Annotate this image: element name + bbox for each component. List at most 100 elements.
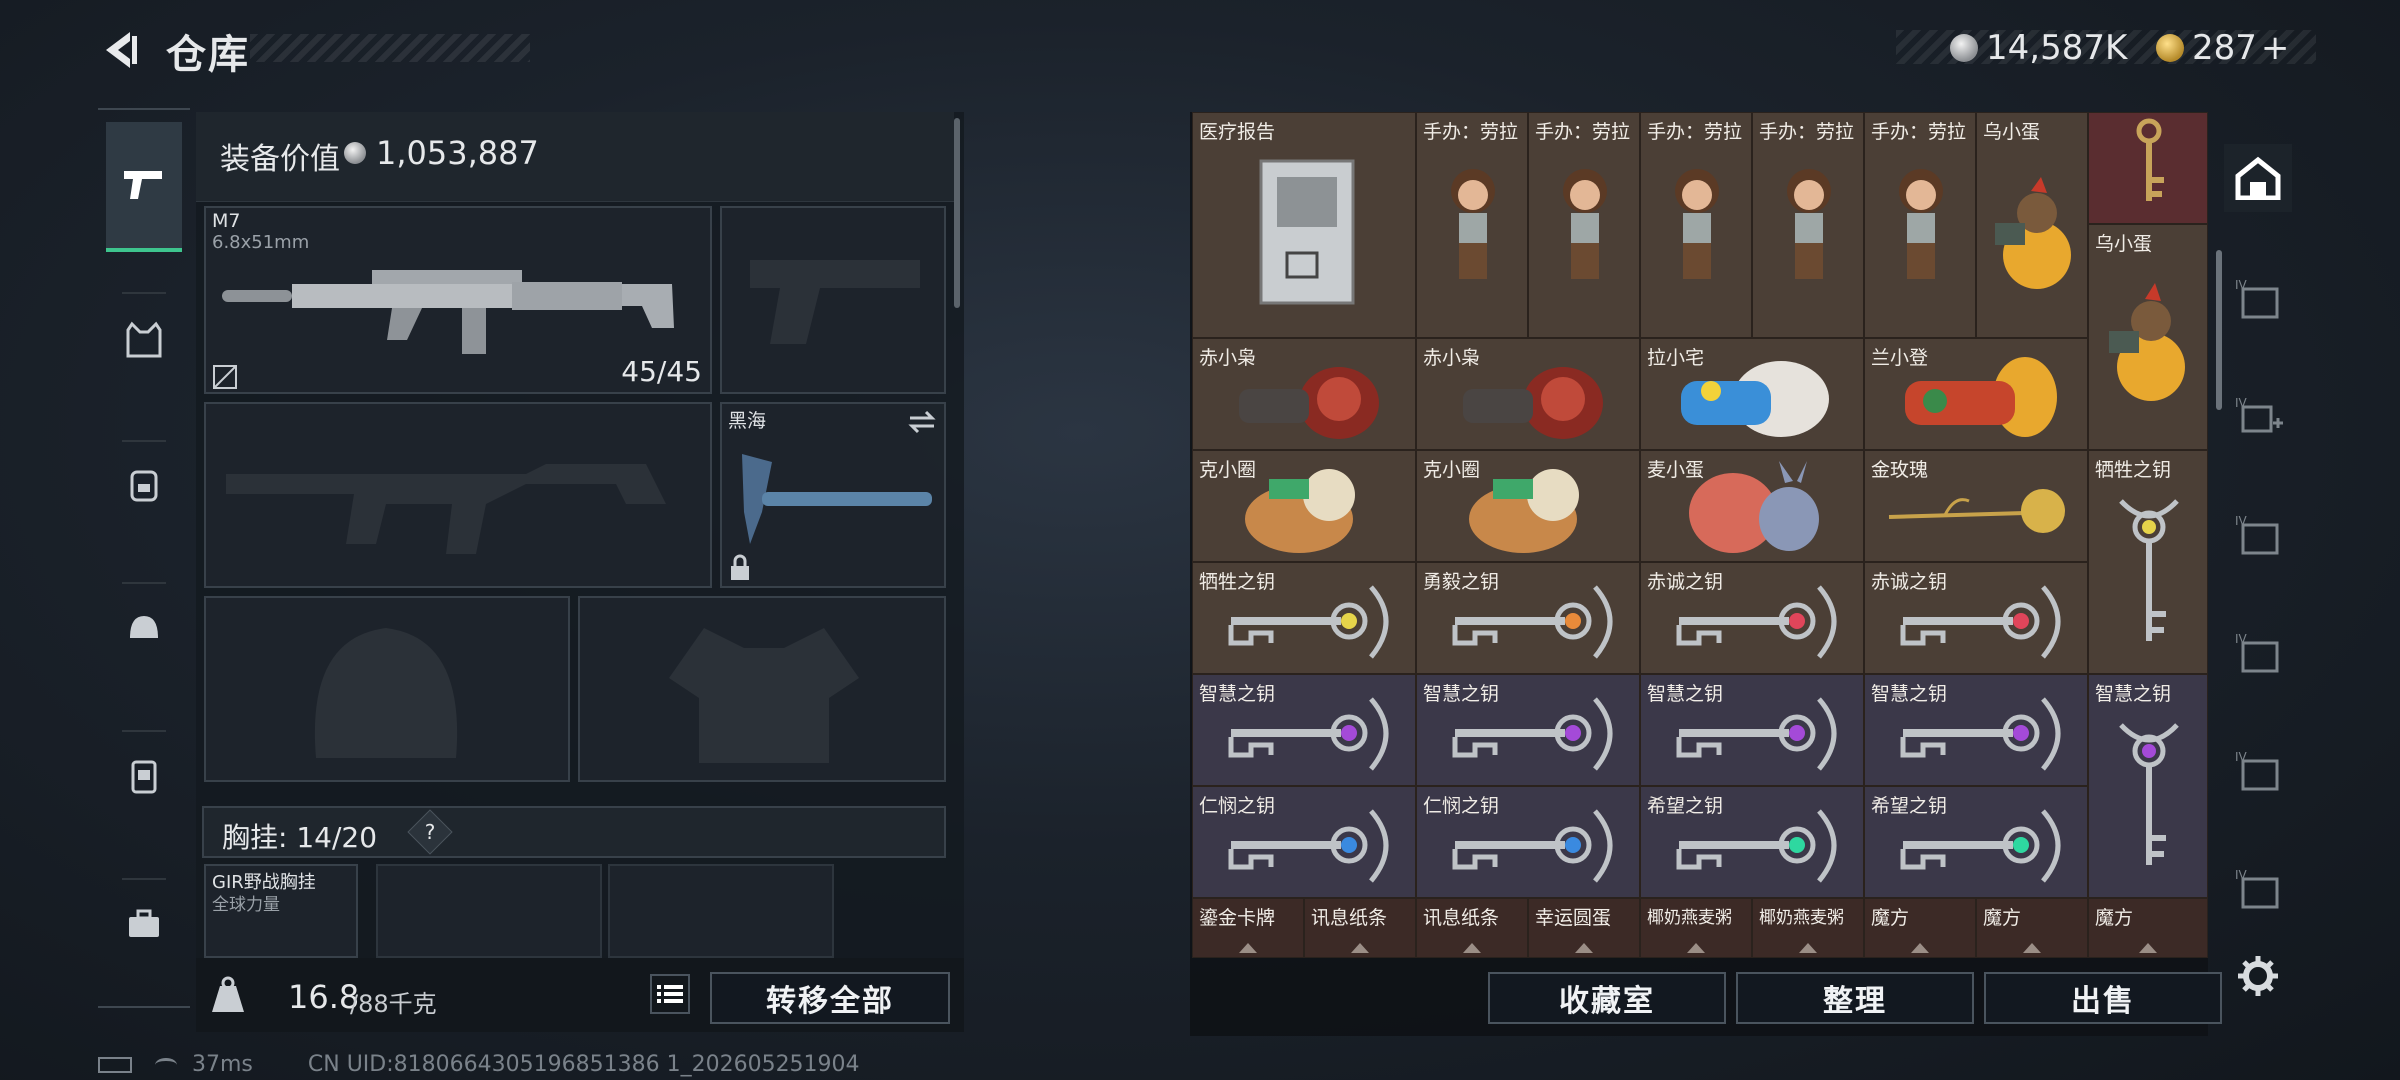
- container-tab-icon: IV: [2235, 868, 2279, 909]
- grid-item[interactable]: 讯息纸条: [1304, 898, 1416, 958]
- pistol-slot[interactable]: [720, 206, 946, 394]
- nav-tab-backpack[interactable]: [106, 446, 182, 522]
- grid-item[interactable]: 智慧之钥: [1416, 674, 1640, 786]
- grid-item[interactable]: 牺牲之钥: [1192, 562, 1416, 674]
- chest-rig-capacity-bar: 胸挂: 14/20 ?: [202, 806, 946, 858]
- collection-room-button[interactable]: 收藏室: [1488, 972, 1726, 1024]
- grid-item[interactable]: 希望之钥: [1640, 786, 1864, 898]
- grid-item[interactable]: 魔方: [2088, 898, 2208, 958]
- nav-tab-toolbox[interactable]: [106, 886, 182, 962]
- pistol-placeholder-icon: [750, 260, 920, 344]
- key-red-icon: [1676, 585, 1837, 659]
- chest-rig-slot[interactable]: GIR野战胸挂 全球力量: [204, 864, 358, 958]
- grid-item[interactable]: 手办：劳拉: [1416, 112, 1528, 338]
- warehouse-icon: [2235, 156, 2281, 200]
- nav-tab-armor[interactable]: [106, 302, 182, 378]
- armor-vest-icon: [126, 321, 162, 358]
- back-arrow-icon[interactable]: [96, 26, 144, 74]
- empty-slot[interactable]: [376, 864, 602, 958]
- pistol-icon: [124, 171, 162, 199]
- grid-item[interactable]: 仁悯之钥: [1192, 786, 1416, 898]
- container-tab-icon: IV: [2235, 514, 2279, 555]
- grid-item[interactable]: 手办：劳拉: [1752, 112, 1864, 338]
- grid-item[interactable]: 智慧之钥: [1864, 674, 2088, 786]
- grid-item[interactable]: 椰奶燕麦粥: [1752, 898, 1864, 958]
- nav-tab-firearms[interactable]: [106, 122, 182, 252]
- grid-item[interactable]: 椰奶燕麦粥: [1640, 898, 1752, 958]
- grid-item[interactable]: 赤小枭: [1192, 338, 1416, 450]
- equipment-value-label: 装备价值: [220, 142, 340, 177]
- grid-item[interactable]: 智慧之钥: [1192, 674, 1416, 786]
- grid-item[interactable]: 智慧之钥: [2088, 674, 2208, 898]
- helmet-icon: [130, 616, 158, 638]
- primary-weapon-slot[interactable]: M7 6.8x51mm 45/45: [204, 206, 712, 394]
- grid-item[interactable]: 拉小宅: [1640, 338, 1864, 450]
- storage-tab-4[interactable]: IV: [2224, 264, 2292, 332]
- uid-text: CN UID:8180664305196851386 1_20260525190…: [307, 1052, 860, 1077]
- grid-item[interactable]: 鎏金卡牌: [1192, 898, 1304, 958]
- storage-tab-main[interactable]: [2224, 144, 2292, 212]
- grid-item[interactable]: 赤诚之钥: [1864, 562, 2088, 674]
- grid-item[interactable]: 讯息纸条: [1416, 898, 1528, 958]
- grid-item[interactable]: 兰小登: [1864, 338, 2088, 450]
- transfer-all-button[interactable]: 转移全部: [710, 972, 950, 1024]
- nav-tab-helmet[interactable]: [106, 590, 182, 666]
- chest-max: 20: [341, 821, 378, 854]
- grid-item[interactable]: 克小圈: [1192, 450, 1416, 562]
- organize-button[interactable]: 整理: [1736, 972, 1974, 1024]
- plush-egg-rabbit-icon: [1689, 461, 1819, 553]
- figure-lara-icon: [1563, 169, 1607, 279]
- storage-tab-6[interactable]: IV: [2224, 500, 2292, 568]
- grid-item[interactable]: 魔方: [1976, 898, 2088, 958]
- figure-lara-icon: [1675, 169, 1719, 279]
- help-button[interactable]: ?: [407, 809, 453, 855]
- secondary-weapon-slot[interactable]: [204, 402, 712, 588]
- grid-item[interactable]: [2088, 112, 2208, 224]
- storage-tab-9[interactable]: IV: [2224, 854, 2292, 922]
- golden-rose-icon: [1888, 489, 2065, 533]
- helmet-placeholder-icon: [314, 628, 458, 758]
- storage-tab-5[interactable]: IV: [2224, 382, 2292, 450]
- grid-item[interactable]: 仁悯之钥: [1416, 786, 1640, 898]
- list-view-button[interactable]: [650, 974, 690, 1014]
- key-purple-icon: [1228, 697, 1389, 771]
- grid-item[interactable]: 手办：劳拉: [1640, 112, 1752, 338]
- equipment-scrollbar[interactable]: [954, 118, 960, 308]
- grid-item[interactable]: 手办：劳拉: [1864, 112, 1976, 338]
- grid-item[interactable]: 智慧之钥: [1640, 674, 1864, 786]
- melee-slot[interactable]: 黑海: [720, 402, 946, 588]
- armor-slot[interactable]: [578, 596, 946, 782]
- grid-item[interactable]: 乌小蛋: [1976, 112, 2088, 338]
- container-add-icon: IV: [2235, 396, 2283, 433]
- grid-item[interactable]: 勇毅之钥: [1416, 562, 1640, 674]
- grid-item[interactable]: 克小圈: [1416, 450, 1640, 562]
- storage-tab-8[interactable]: IV: [2224, 736, 2292, 804]
- figure-lara-icon: [1787, 169, 1831, 279]
- silver-coin-icon: [1950, 34, 1978, 62]
- swap-icon[interactable]: [906, 408, 938, 436]
- nav-tab-chest-rig[interactable]: [106, 738, 182, 814]
- plush-blue-figure-icon: [1681, 361, 1829, 437]
- grid-item[interactable]: 医疗报告: [1192, 112, 1416, 338]
- add-gold-button[interactable]: +: [2261, 28, 2290, 68]
- grid-item[interactable]: 赤小枭: [1416, 338, 1640, 450]
- grid-item[interactable]: 幸运圆蛋: [1528, 898, 1640, 958]
- grid-item[interactable]: 手办：劳拉: [1528, 112, 1640, 338]
- grid-item[interactable]: 希望之钥: [1864, 786, 2088, 898]
- settings-button[interactable]: [2224, 942, 2292, 1010]
- helmet-slot[interactable]: [204, 596, 570, 782]
- key-blue-icon: [1228, 809, 1389, 883]
- rifle-image: [222, 270, 674, 354]
- grid-item[interactable]: 魔方: [1864, 898, 1976, 958]
- storage-tab-7[interactable]: IV: [2224, 618, 2292, 686]
- ping-value: 37ms: [192, 1052, 253, 1077]
- sell-button[interactable]: 出售: [1984, 972, 2222, 1024]
- grid-item[interactable]: 赤诚之钥: [1640, 562, 1864, 674]
- grid-item[interactable]: 麦小蛋: [1640, 450, 1864, 562]
- grid-item[interactable]: 金玫瑰: [1864, 450, 2088, 562]
- currency-gold[interactable]: 287 +: [2156, 28, 2289, 68]
- grid-item[interactable]: 牺牲之钥: [2088, 450, 2208, 674]
- grid-item[interactable]: 乌小蛋: [2088, 224, 2208, 450]
- empty-slot[interactable]: [608, 864, 834, 958]
- page-title: 仓库: [166, 32, 250, 78]
